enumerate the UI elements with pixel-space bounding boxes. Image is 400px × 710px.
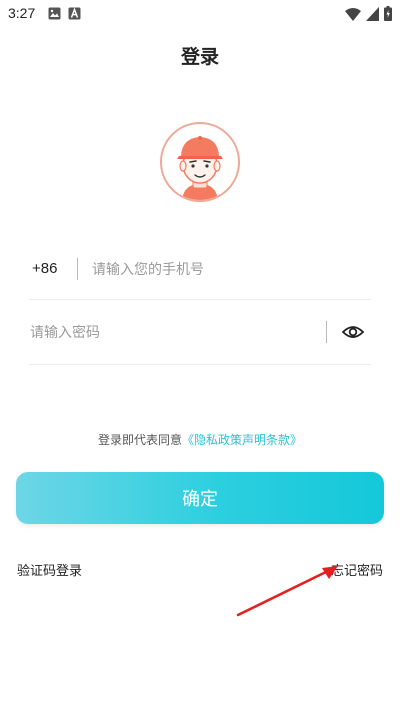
sms-login-link[interactable]: 验证码登录 xyxy=(17,560,82,579)
avatar-cartoon-icon xyxy=(177,136,223,200)
wifi-icon xyxy=(345,7,361,21)
page-title: 登录 xyxy=(180,46,219,68)
password-input[interactable] xyxy=(30,317,315,349)
agreement-text: 登录即代表同意《隐私政策声明条款》 xyxy=(0,431,400,448)
battery-icon xyxy=(384,6,392,21)
country-code[interactable]: +86 xyxy=(32,260,57,277)
confirm-button[interactable]: 确定 xyxy=(16,472,384,524)
eye-icon[interactable] xyxy=(341,320,365,344)
status-bar: 3:27 xyxy=(0,0,400,28)
password-row xyxy=(30,303,370,365)
phone-input[interactable] xyxy=(92,254,362,286)
password-divider xyxy=(326,321,327,343)
signal-icon xyxy=(366,6,379,21)
status-time: 3:27 xyxy=(8,5,36,21)
phone-row: +86 xyxy=(30,240,370,300)
agreement-prefix: 登录即代表同意 xyxy=(97,433,182,447)
annotation-arrow-icon xyxy=(236,566,338,617)
image-icon xyxy=(48,7,61,20)
avatar xyxy=(160,122,240,202)
privacy-policy-link[interactable]: 《隐私政策声明条款》 xyxy=(182,433,302,447)
phone-divider xyxy=(77,258,78,280)
a-letter-icon xyxy=(68,7,81,20)
